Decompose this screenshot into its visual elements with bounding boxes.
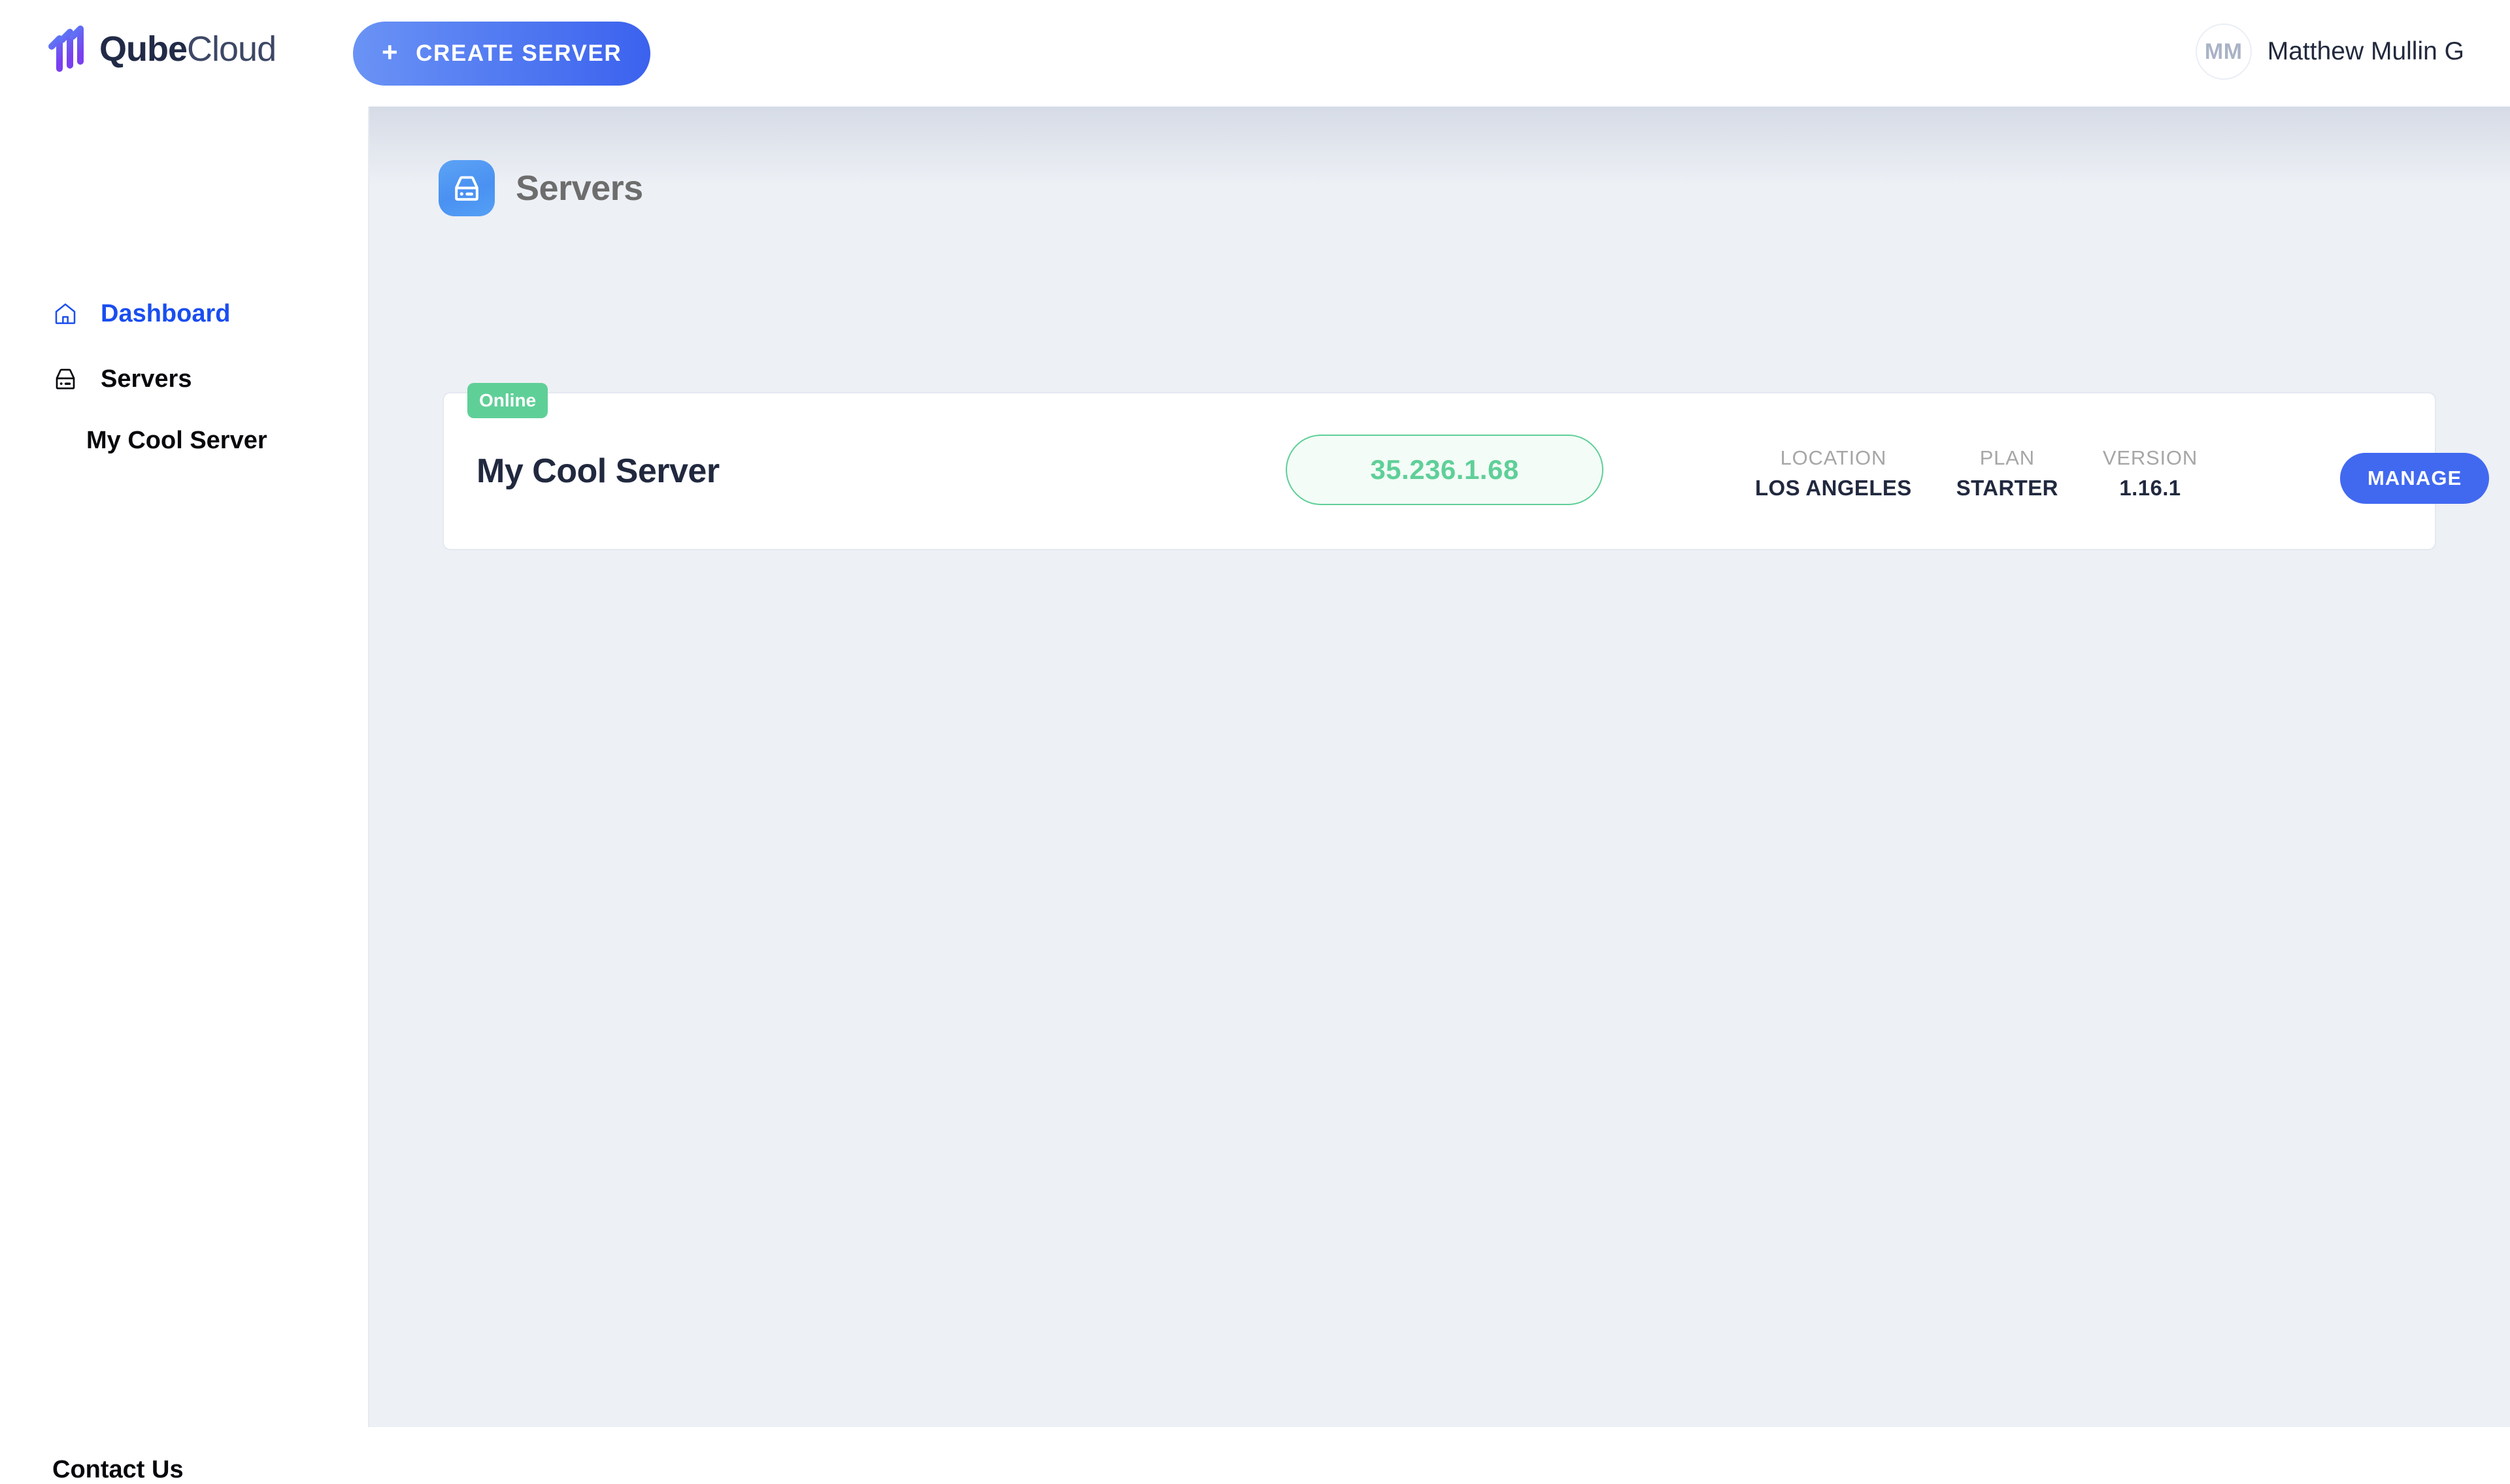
server-meta-location: LOCATION LOS ANGELES (1755, 448, 1912, 499)
qubecloud-bars-icon (48, 25, 84, 72)
brand-logo[interactable]: QubeCloud (47, 25, 276, 73)
server-icon (455, 176, 478, 201)
sidebar-item-dashboard[interactable]: Dashboard (52, 301, 230, 327)
meta-label-plan: PLAN (1979, 446, 2035, 469)
brand-name: QubeCloud (99, 31, 276, 67)
brand-name-light: Cloud (187, 29, 276, 69)
home-icon (55, 303, 76, 324)
sidebar-subitem-my-cool-server[interactable]: My Cool Server (86, 428, 267, 453)
meta-label-location: LOCATION (1780, 446, 1887, 469)
create-server-label: CREATE SERVER (416, 41, 622, 66)
page-server-icon-badge (439, 160, 495, 216)
sidebar-item-dashboard-label: Dashboard (101, 300, 231, 327)
main-content: Servers Online My Cool Server 35.236.1.6… (369, 107, 2510, 1427)
create-server-button[interactable]: + CREATE SERVER (353, 22, 651, 86)
server-meta-plan: PLAN STARTER (1956, 448, 2058, 499)
user-name: Matthew Mullin G (2267, 37, 2464, 65)
server-meta-group: LOCATION LOS ANGELES PLAN STARTER VERSIO… (1755, 448, 2198, 499)
sidebar-item-servers-label: Servers (101, 365, 192, 393)
server-icon (56, 369, 75, 389)
plus-icon: + (382, 37, 399, 67)
sidebar: Dashboard Servers My Cool Server Contact… (0, 107, 369, 1483)
meta-value-version: 1.16.1 (2119, 476, 2181, 500)
server-name: My Cool Server (477, 452, 720, 490)
manage-button-label: MANAGE (2368, 467, 2462, 489)
user-menu[interactable]: MM Matthew Mullin G (2195, 24, 2464, 80)
server-meta-version: VERSION 1.16.1 (2103, 448, 2198, 499)
top-bar: QubeCloud + CREATE SERVER MM Matthew Mul… (0, 0, 2510, 107)
sidebar-subitem-label: My Cool Server (86, 427, 267, 454)
meta-value-plan: STARTER (1956, 476, 2058, 500)
server-list-view-button[interactable] (2489, 453, 2510, 504)
server-actions: MANAGE (2340, 453, 2510, 504)
server-ip-pill[interactable]: 35.236.1.68 (1286, 435, 1603, 505)
page-header: Servers (439, 160, 643, 216)
page-title: Servers (516, 169, 643, 208)
server-ip-value: 35.236.1.68 (1370, 454, 1519, 485)
brand-name-bold: Qube (99, 29, 188, 69)
sidebar-item-servers[interactable]: Servers (52, 366, 192, 392)
content-top-shadow (369, 107, 2510, 185)
meta-label-version: VERSION (2102, 446, 2198, 469)
status-badge: Online (467, 383, 548, 418)
manage-button[interactable]: MANAGE (2340, 453, 2490, 504)
meta-value-location: LOS ANGELES (1755, 476, 1912, 500)
avatar: MM (2195, 24, 2252, 80)
contact-us-link[interactable]: Contact Us (52, 1456, 184, 1484)
